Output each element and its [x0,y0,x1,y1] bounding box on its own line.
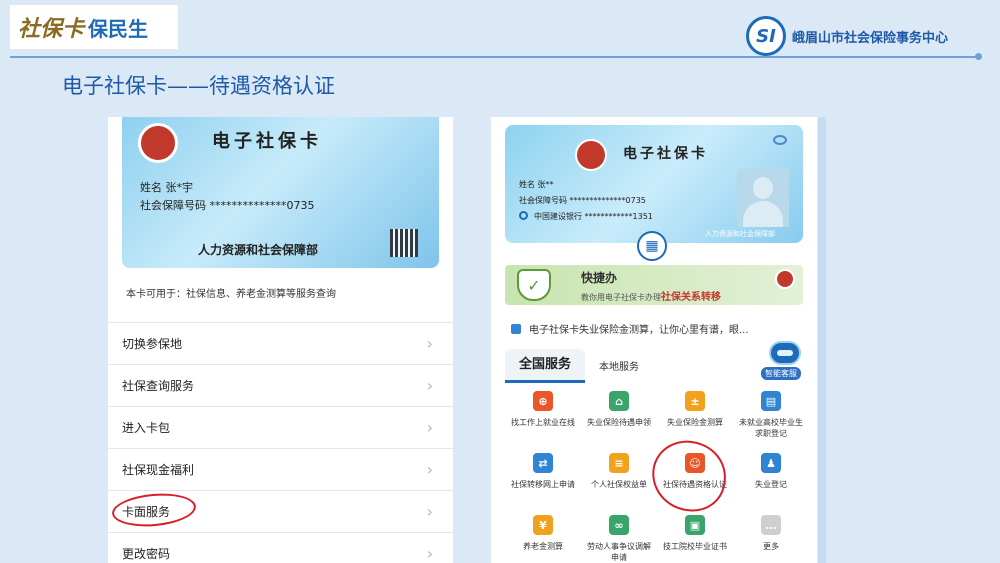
org-logo: SI 峨眉山市社会保险事务中心 [745,16,948,56]
page-title: 电子社保卡——待遇资格认证 [62,74,335,98]
calculator-icon: ± [685,391,705,411]
org-name: 峨眉山市社会保险事务中心 [791,30,948,46]
id-card-icon: ▤ [761,391,781,411]
service-item[interactable]: ▣ 技工院校毕业证书 [657,509,733,563]
card-usage-note: 本卡可用于：社保信息、养老金测算等服务查询 [126,289,336,300]
handshake-icon: ∞ [609,515,629,535]
notice-icon [511,324,521,334]
chevron-right-icon: › [426,460,433,479]
si-badge-icon: SI [745,16,786,56]
header-divider-dot [975,53,982,60]
menu-item-switch-location[interactable]: 切换参保地 › [108,322,453,364]
document-icon: ≡ [609,453,629,473]
right-social-security-card[interactable]: 电子社保卡 姓名 张** 社会保障号码 **************0735 中… [505,125,803,243]
shield-check-icon: ✓ [517,269,551,301]
certificate-icon: ▣ [685,515,705,535]
service-item[interactable]: ▤ 未就业高校毕业生求职登记 [733,385,809,447]
service-item[interactable]: ⌂ 失业保险待遇申领 [581,385,657,447]
decorative-strip [818,117,826,563]
person-icon: ♟ [761,453,781,473]
service-item[interactable]: ¥ 养老金测算 [505,509,581,563]
menu-item-change-password[interactable]: 更改密码 › [108,532,453,563]
emblem-icon [138,123,178,163]
emblem-icon [575,139,607,171]
smart-assistant-button[interactable]: 智能客服 [761,341,811,381]
quick-title: 快捷办 [581,271,618,285]
menu-item-query-service[interactable]: 社保查询服务 › [108,364,453,406]
emblem-icon [775,269,795,289]
card-number: 社会保障号码 **************0735 [519,196,646,205]
menu-item-label: 切换参保地 [122,337,183,351]
chevron-right-icon: › [426,502,433,521]
chevron-right-icon: › [426,334,433,353]
bank-text: 中国建设银行 ************1351 [534,212,653,221]
card-issuer: 人力资源和社会保障部 [198,243,319,257]
quick-subtitle: 教你用电子社保卡办理社保关系转移 [581,292,721,303]
service-tabs: 全国服务 本地服务 [505,349,653,383]
qr-code-icon[interactable] [390,229,418,257]
transfer-icon: ⇄ [533,453,553,473]
service-item-more[interactable]: … 更多 [733,509,809,563]
card-title: 电子社保卡 [212,131,322,152]
card-title: 电子社保卡 [623,146,708,162]
chevron-right-icon: › [426,376,433,395]
left-social-security-card[interactable]: 电子社保卡 姓名 张*宇 社会保障号码 **************0735 人… [122,117,439,268]
news-ticker[interactable]: 电子社保卡失业保险金测算，让你心里有谱，眼... [511,321,749,336]
robot-icon [769,341,801,365]
coin-icon: ¥ [533,515,553,535]
card-number: 社会保障号码 **************0735 [140,199,315,212]
chevron-right-icon: › [426,544,433,563]
brand-logo: 社保卡 保民生 [10,5,178,49]
chevron-right-icon: › [426,418,433,437]
right-phone-screenshot: 电子社保卡 姓名 张** 社会保障号码 **************0735 中… [491,117,817,563]
card-holder-name: 姓名 张** [519,180,554,189]
menu-item-label: 进入卡包 [122,421,171,435]
service-item[interactable]: ⇄ 社保转移网上申请 [505,447,581,509]
eye-icon[interactable] [773,135,787,145]
tab-national-service[interactable]: 全国服务 [505,349,586,383]
bank-line: 中国建设银行 ************1351 [519,211,653,222]
house-icon: ⌂ [609,391,629,411]
quick-service-banner[interactable]: ✓ 快捷办 教你用电子社保卡办理社保关系转移 [505,265,803,305]
left-menu-list: 切换参保地 › 社保查询服务 › 进入卡包 › 社保现金福利 › 卡面服务 › … [108,322,453,563]
menu-item-label: 更改密码 [122,547,171,561]
menu-item-label: 社保查询服务 [122,379,195,393]
briefcase-icon: ⊕ [533,391,553,411]
assistant-label: 智能客服 [761,367,801,380]
service-item[interactable]: ∞ 劳动人事争议调解申请 [581,509,657,563]
service-item[interactable]: ± 失业保险金测算 [657,385,733,447]
avatar [737,169,789,227]
more-icon: … [761,515,781,535]
menu-item-cash-benefit[interactable]: 社保现金福利 › [108,448,453,490]
tab-local-service[interactable]: 本地服务 [585,354,653,383]
card-issuer: 人力资源和社会保障部 [705,230,775,238]
logo-brand2-text: 保民生 [88,16,149,41]
logo-brand-text: 社保卡 [18,16,85,42]
menu-item-card-wallet[interactable]: 进入卡包 › [108,406,453,448]
service-item[interactable]: ≡ 个人社保权益单 [581,447,657,509]
qr-code-button[interactable]: ▦ [637,231,667,261]
card-holder-name: 姓名 张*宇 [140,181,193,194]
header-divider [10,56,978,58]
menu-item-label: 社保现金福利 [122,463,195,477]
bank-icon [519,211,528,220]
service-item[interactable]: ⊕ 找工作上就业在线 [505,385,581,447]
service-item[interactable]: ♟ 失业登记 [733,447,809,509]
